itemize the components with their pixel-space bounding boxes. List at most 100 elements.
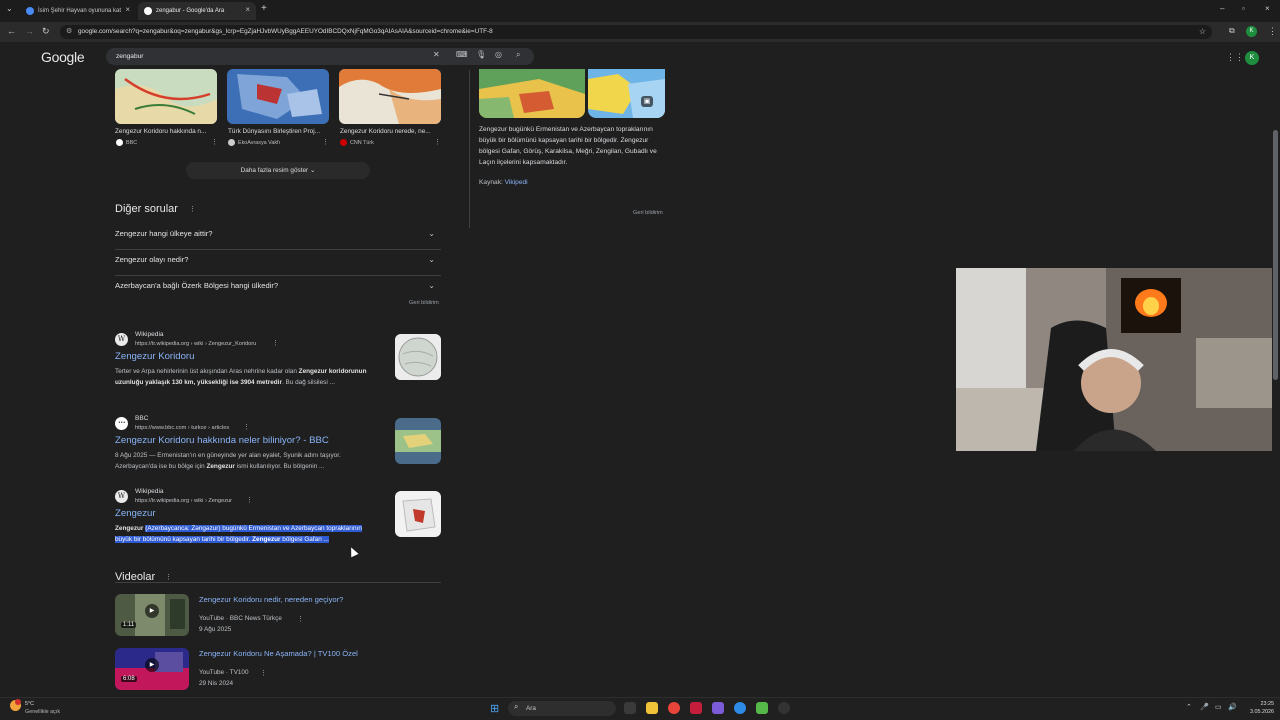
site-info-icon[interactable]: ⚙ [66,25,72,39]
wikipedia-favicon-icon: W [115,490,128,503]
weather-desc[interactable]: Genellikle açık [25,709,60,715]
forward-icon[interactable]: → [25,26,34,36]
faq-item[interactable]: Azerbaycan'a bağlı Özerk Bölgesi hangi ü… [115,276,441,302]
close-tab-icon[interactable]: × [125,5,130,14]
panel-source-link[interactable]: Vikipedi [505,179,528,186]
map-image [395,418,441,464]
video-date: 29 Nis 2024 [199,680,234,687]
taskbar-search[interactable]: Ara [508,701,616,716]
microphone-icon[interactable]: 🎤 [1200,703,1209,711]
more-options-icon[interactable]: ⋮ [260,669,267,677]
tab-search-icon[interactable]: ⌄ [6,4,13,13]
feedback-link[interactable]: Geri bildirim [409,300,439,306]
image-source-name: BBC [126,139,138,146]
bookmark-star-icon[interactable]: ☆ [1199,25,1206,39]
back-icon[interactable]: ← [7,26,16,36]
image-result-3[interactable] [339,69,441,124]
voice-search-icon[interactable]: 🎙 [476,50,486,59]
google-logo[interactable]: Google [41,49,85,65]
file-explorer-icon[interactable] [646,702,658,714]
video-title[interactable]: Zengezur Koridoru Ne Aşamada? | TV100 Öz… [199,649,358,658]
result-title[interactable]: Zengezur Koridoru [115,351,194,362]
play-icon[interactable]: ▶ [145,604,159,618]
more-options-icon[interactable]: ⋮ [272,339,279,347]
app-icon[interactable] [756,702,768,714]
edge-icon[interactable] [734,702,746,714]
result-thumbnail[interactable] [395,418,441,464]
panel-image-1[interactable] [479,69,585,118]
keyboard-icon[interactable]: ⌨ [456,50,468,59]
result-url[interactable]: https://www.bbc.com › turkce › articles [135,425,229,431]
feedback-link[interactable]: Geri bildirim [633,210,663,216]
tab-isim-sehir[interactable]: İsim Şehir Hayvan oyununa kat × [20,2,136,20]
minimize-icon[interactable]: – [1220,4,1224,13]
scrollbar-thumb[interactable] [1273,130,1278,380]
apps-grid-icon[interactable]: ⋮⋮ [1226,52,1244,63]
result-thumbnail[interactable] [395,491,441,537]
more-options-icon[interactable]: ⋮ [246,496,253,504]
close-window-icon[interactable]: × [1265,4,1270,13]
result-snippet: 8 Ağu 2025 — Ermenistan'ın en güneyinde … [115,452,341,470]
faq-item[interactable]: Zengezur olayı nedir? ⌄ [115,250,441,276]
result-url[interactable]: https://tr.wikipedia.org › wiki › Zengez… [135,498,232,504]
google-favicon-icon [144,7,152,15]
image-caption[interactable]: Zengezur Koridoru nerede, ne... [340,128,442,135]
volume-icon[interactable]: 🔊 [1228,703,1237,711]
maximize-icon[interactable]: ▫ [1242,4,1245,13]
extensions-icon[interactable]: ⧉ [1229,26,1235,36]
map-thumbnail [227,69,329,124]
image-caption[interactable]: Zengezur Koridoru hakkında n... [115,128,217,135]
mouse-cursor [347,545,359,558]
site-favicon-icon [26,7,34,15]
tab-zengabur[interactable]: zengabur - Google'da Ara × [138,2,256,20]
task-view-icon[interactable] [624,702,636,714]
discord-icon[interactable] [712,702,724,714]
clock-time[interactable]: 23:25 [1244,701,1275,707]
app-icon[interactable] [690,702,702,714]
search-input[interactable]: zengabur [106,48,534,65]
obs-icon[interactable] [778,702,790,714]
about-section-icon[interactable]: ⋮ [165,573,172,581]
weather-temp[interactable]: 5°C [25,701,34,707]
address-bar[interactable]: ⚙ google.com/search?q=zengabur&oq=zengab… [60,25,1212,39]
panel-divider [469,70,470,228]
menu-icon[interactable]: ⋮ [1268,26,1277,37]
avatar[interactable]: K [1245,51,1259,65]
video-title[interactable]: Zengezur Koridoru nedir, nereden geçiyor… [199,595,343,604]
ekoavrasya-favicon-icon [228,139,235,146]
image-caption[interactable]: Türk Dünyasını Birleştiren Proj... [228,128,330,135]
image-result-1[interactable] [115,69,217,124]
globe-image [395,334,441,380]
about-section-icon[interactable]: ⋮ [189,205,196,213]
result-thumbnail[interactable] [395,334,441,380]
reload-icon[interactable]: ↻ [42,26,50,37]
result-url[interactable]: https://tr.wikipedia.org › wiki › Zengez… [135,341,256,347]
more-options-icon[interactable]: ⋮ [243,423,250,431]
tab-strip: ⌄ İsim Şehir Hayvan oyununa kat × zengab… [0,0,1280,22]
result-title[interactable]: Zengezur Koridoru hakkında neler biliniy… [115,435,329,446]
profile-avatar[interactable]: K [1246,26,1257,37]
close-tab-icon[interactable]: × [245,5,250,14]
lens-icon[interactable]: ◎ [495,50,502,59]
chevron-down-icon: ⌄ [309,167,316,174]
network-icon[interactable]: ▭ [1215,703,1222,711]
gallery-icon[interactable]: ▣ [641,96,653,107]
play-icon[interactable]: ▶ [145,658,159,672]
start-icon[interactable]: ⊞ [490,702,499,715]
more-images-button[interactable]: Daha fazla resim göster ⌄ [186,162,370,179]
clock-date[interactable]: 3.05.2026 [1240,709,1274,715]
chrome-icon[interactable] [668,702,680,714]
result-title[interactable]: Zengezur [115,508,156,519]
more-options-icon[interactable]: ⋮ [434,138,441,146]
new-tab-button[interactable]: + [261,3,267,14]
search-icon[interactable]: ⌕ [516,50,520,60]
more-options-icon[interactable]: ⋮ [297,615,304,623]
faq-question: Azerbaycan'a bağlı Özerk Bölgesi hangi ü… [115,281,279,290]
more-options-icon[interactable]: ⋮ [211,138,218,146]
panel-image-2[interactable] [588,69,665,118]
clear-search-icon[interactable]: ✕ [433,50,440,59]
show-hidden-icons-icon[interactable]: ⌃ [1186,703,1192,711]
more-options-icon[interactable]: ⋮ [322,138,329,146]
faq-item[interactable]: Zengezur hangi ülkeye aittir? ⌄ [115,224,441,250]
image-result-2[interactable] [227,69,329,124]
